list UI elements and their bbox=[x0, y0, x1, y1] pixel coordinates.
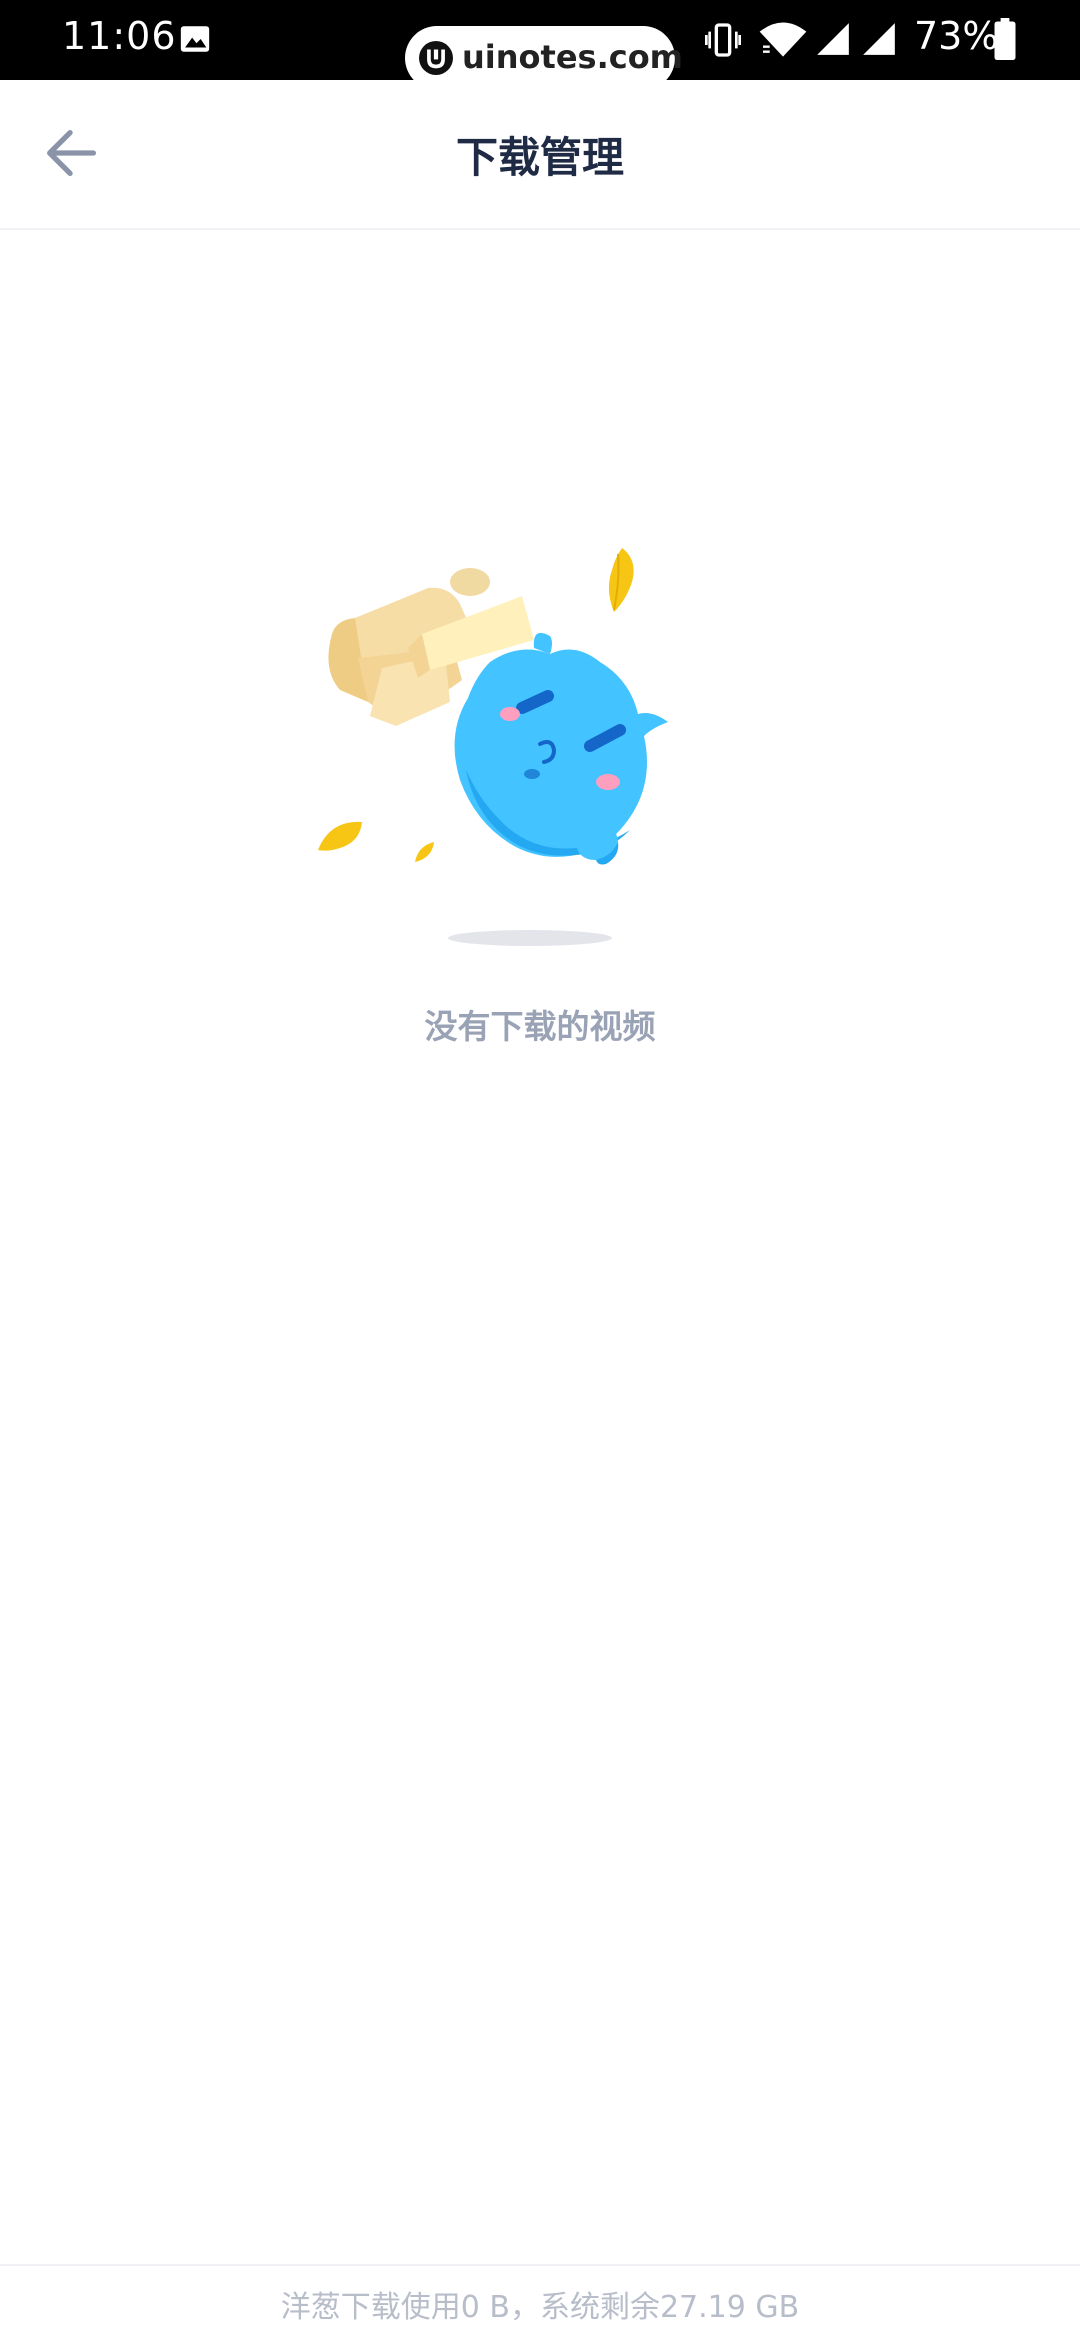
wifi-icon bbox=[759, 22, 807, 57]
battery-icon bbox=[994, 18, 1016, 60]
empty-state-illustration bbox=[318, 548, 668, 946]
battery-percent: 73% bbox=[914, 14, 999, 58]
leaf-icon bbox=[608, 548, 634, 612]
signal-icon bbox=[817, 23, 849, 55]
storage-info-text: 洋葱下载使用0 B，系统剩余27.19 GB bbox=[280, 2290, 800, 2325]
empty-state-message: 没有下载的视频 bbox=[424, 1007, 656, 1046]
gallery-icon bbox=[180, 26, 210, 52]
uinotes-logo-icon bbox=[419, 41, 453, 75]
leaf-icon bbox=[415, 842, 434, 862]
watermark-text: uinotes.com bbox=[462, 38, 684, 76]
status-time: 11:06 bbox=[62, 14, 177, 58]
page-title: 下载管理 bbox=[455, 133, 624, 182]
app-bar: 下载管理 bbox=[0, 80, 1080, 230]
vibrate-icon bbox=[705, 23, 741, 57]
storage-footer: 洋葱下载使用0 B，系统剩余27.19 GB bbox=[0, 2264, 1080, 2342]
signal-icon bbox=[863, 23, 895, 55]
mascot-character bbox=[454, 632, 668, 865]
leaf-icon bbox=[318, 821, 362, 851]
status-bar: 11:06 73% uinotes.com bbox=[0, 0, 1080, 90]
